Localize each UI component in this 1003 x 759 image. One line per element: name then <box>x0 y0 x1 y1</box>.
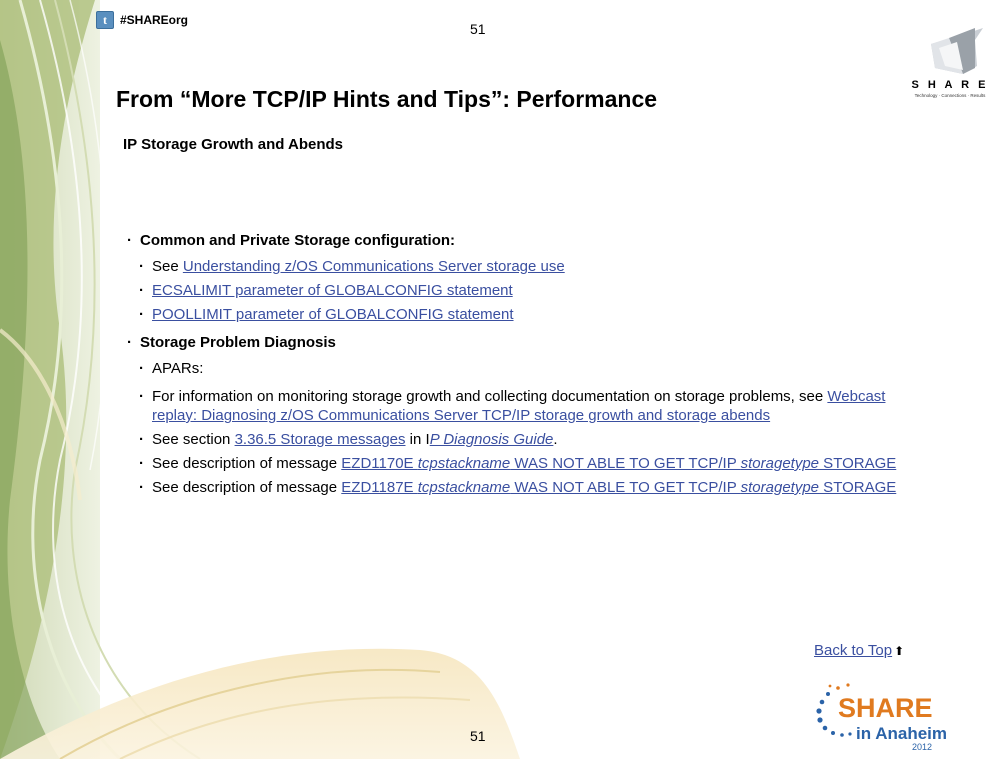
share-logo-tagline: Technology · Connections · Results <box>915 93 987 98</box>
twitter-handle[interactable]: t #SHAREorg <box>96 11 188 29</box>
link-ecsalimit[interactable]: ECSALIMIT parameter of GLOBALCONFIG stat… <box>152 282 513 299</box>
page-title: From “More TCP/IP Hints and Tips”: Perfo… <box>116 86 658 112</box>
list-item: See section 3.36.5 Storage messages in I… <box>136 430 934 449</box>
up-arrow-icon: ⬆ <box>894 644 905 658</box>
link-storage-messages[interactable]: 3.36.5 Storage messages <box>235 431 406 448</box>
link-poollimit[interactable]: POOLLIMIT parameter of GLOBALCONFIG stat… <box>152 306 514 323</box>
content-list: Common and Private Storage configuration… <box>124 232 934 507</box>
link-ezd1187e[interactable]: EZD1187E tcpstackname WAS NOT ABLE TO GE… <box>341 479 896 496</box>
event-logo-year: 2012 <box>912 742 932 752</box>
page-subtitle: IP Storage Growth and Abends <box>123 136 344 153</box>
share-anaheim-logo: SHARE in Anaheim 2012 <box>816 683 947 752</box>
section-heading: Storage Problem Diagnosis <box>124 334 934 351</box>
share-logo-text: S H A R E <box>912 79 989 91</box>
list-item: See Understanding z/OS Communications Se… <box>136 257 934 276</box>
list-item: APARs: <box>136 359 934 378</box>
section-storage-config: Common and Private Storage configuration… <box>124 232 934 324</box>
share-logo: S H A R E Technology · Connections · Res… <box>912 28 989 98</box>
section-heading: Common and Private Storage configuration… <box>124 232 934 249</box>
list-item: See description of message EZD1170E tcps… <box>136 454 934 473</box>
list-item: For information on monitoring storage gr… <box>136 387 934 425</box>
page-number-top: 51 <box>470 21 486 37</box>
list-item: ECSALIMIT parameter of GLOBALCONFIG stat… <box>136 281 934 300</box>
page-number-bottom: 51 <box>470 728 486 744</box>
link-storage-use[interactable]: Understanding z/OS Communications Server… <box>183 258 565 275</box>
link-ip-diagnosis-guide[interactable]: P Diagnosis Guide <box>430 431 554 448</box>
link-ezd1170e[interactable]: EZD1170E tcpstackname WAS NOT ABLE TO GE… <box>341 455 896 472</box>
back-to-top-text: Back to Top <box>814 642 893 659</box>
event-logo-location: in Anaheim <box>856 724 947 743</box>
twitter-icon: t <box>96 11 114 29</box>
list-item: POOLLIMIT parameter of GLOBALCONFIG stat… <box>136 305 934 324</box>
section-problem-diagnosis: Storage Problem Diagnosis APARs: For inf… <box>124 334 934 497</box>
back-to-top-link[interactable]: Back to Top ⬆ <box>814 642 904 659</box>
list-item: See description of message EZD1187E tcps… <box>136 478 934 497</box>
twitter-handle-text: #SHAREorg <box>120 13 189 27</box>
event-logo-share: SHARE <box>838 693 933 723</box>
